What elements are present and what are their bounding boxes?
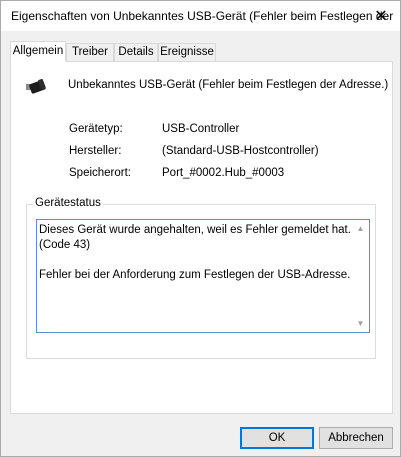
window-title: Eigenschaften von Unbekanntes USB-Gerät … (11, 9, 394, 23)
tab-allgemein[interactable]: Allgemein (10, 41, 66, 62)
location-label: Speicherort: (69, 167, 132, 179)
device-type-label: Gerätetyp: (69, 123, 123, 135)
ok-button[interactable]: OK (240, 427, 314, 449)
scroll-down-arrow-icon[interactable]: ▼ (352, 315, 369, 332)
scroll-up-arrow-icon[interactable]: ▲ (352, 220, 369, 237)
device-status-group: Gerätestatus Dieses Gerät wurde angehalt… (26, 197, 376, 359)
status-line (39, 253, 349, 268)
tab-ereignisse[interactable]: Ereignisse (158, 43, 216, 61)
cancel-button[interactable]: Abbrechen (319, 427, 393, 449)
tab-details[interactable]: Details (114, 43, 158, 61)
status-line: (Code 43) (39, 239, 91, 251)
vertical-scrollbar[interactable]: ▲ ▼ (352, 220, 369, 332)
properties-dialog: Eigenschaften von Unbekanntes USB-Gerät … (0, 0, 401, 457)
tab-treiber[interactable]: Treiber (66, 43, 114, 61)
device-type-value: USB-Controller (162, 123, 240, 135)
title-bar[interactable]: Eigenschaften von Unbekanntes USB-Gerät … (1, 1, 400, 31)
device-name: Unbekanntes USB-Gerät (Fehler beim Festl… (68, 79, 389, 91)
tab-panel-allgemein: Unbekanntes USB-Gerät (Fehler beim Festl… (10, 61, 393, 414)
manufacturer-value: (Standard-USB-Hostcontroller) (162, 145, 319, 157)
manufacturer-label: Hersteller: (69, 145, 122, 157)
status-line: Dieses Gerät wurde angehalten, weil es F… (39, 224, 351, 236)
location-value: Port_#0002.Hub_#0003 (162, 167, 285, 179)
device-status-label: Gerätestatus (33, 197, 103, 209)
usb-connector-icon (26, 78, 46, 94)
status-line: Fehler bei der Anforderung zum Festlegen… (39, 269, 351, 281)
device-status-textbox[interactable]: Dieses Gerät wurde angehalten, weil es F… (36, 219, 370, 333)
close-icon[interactable]: ✕ (362, 1, 400, 31)
